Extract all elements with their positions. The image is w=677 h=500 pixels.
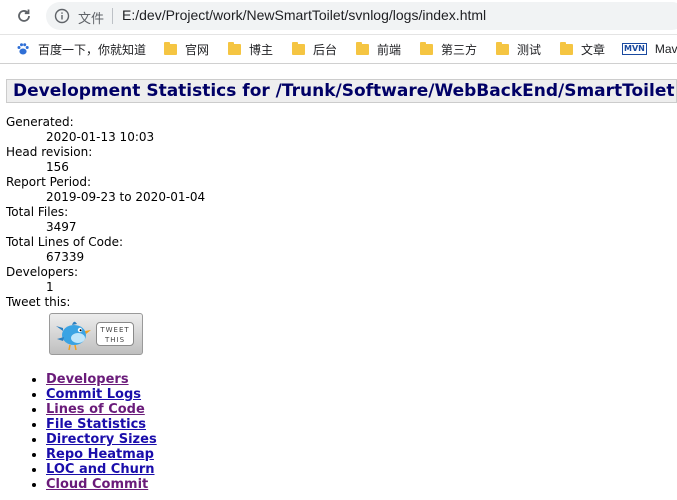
bookmark-label: 博主 (249, 42, 274, 57)
folder-icon (292, 41, 305, 55)
bookmark-baidu[interactable]: 百度一下，你就知道 (16, 39, 146, 59)
bookmark-folder-test[interactable]: 测试 (496, 39, 541, 59)
link-file-statistics[interactable]: File Statistics (46, 417, 146, 432)
bookmark-label: 官网 (185, 42, 210, 57)
stat-value-total-files: 3497 (46, 220, 77, 234)
bookmark-folder-backend[interactable]: 后台 (292, 39, 337, 59)
bookmark-folder-articles[interactable]: 文章 (560, 39, 605, 59)
list-item: Repo Heatmap (46, 447, 157, 462)
stat-value-generated: 2020-01-13 10:03 (46, 130, 155, 144)
link-commit-logs[interactable]: Commit Logs (46, 387, 141, 402)
stat-value-head-revision: 156 (46, 160, 69, 174)
mvn-icon: MVN (622, 43, 647, 55)
bird-icon (56, 321, 91, 351)
stats-list: Generated: 2020-01-13 10:03 Head revisio… (6, 115, 205, 310)
folder-icon (420, 41, 433, 55)
bookmarks-bar: 百度一下，你就知道 官网 博主 后台 前端 第三方 测试 文章 MVN Mave (0, 35, 677, 64)
folder-icon (356, 41, 369, 55)
info-icon[interactable] (54, 8, 70, 24)
link-lines-of-code[interactable]: Lines of Code (46, 402, 145, 417)
tweet-this-button[interactable]: TWEET THIS (49, 313, 143, 355)
list-item: Commit Logs (46, 387, 157, 402)
tweet-text-line2: THIS (104, 336, 126, 344)
scheme-label: 文件 (78, 11, 105, 26)
list-item: Developers (46, 372, 157, 387)
stat-label-report-period: Report Period: (6, 175, 92, 189)
link-developers[interactable]: Developers (46, 372, 129, 387)
stat-label-total-loc: Total Lines of Code: (6, 235, 124, 249)
list-item: LOC and Churn (46, 462, 157, 477)
url-text[interactable]: E:/dev/Project/work/NewSmartToilet/svnlo… (122, 7, 486, 23)
address-divider (112, 8, 113, 24)
page-title: Development Statistics for /Trunk/Softwa… (6, 79, 677, 103)
list-item: Directory Sizes (46, 432, 157, 447)
folder-icon (496, 41, 509, 55)
stat-label-head-revision: Head revision: (6, 145, 93, 159)
bookmark-label: 前端 (377, 42, 402, 57)
list-item: File Statistics (46, 417, 157, 432)
link-cloud-commit[interactable]: Cloud Commit (46, 477, 148, 492)
stat-value-total-loc: 67339 (46, 250, 85, 264)
paw-icon (17, 43, 29, 55)
tweet-label: Tweet this: (6, 295, 71, 309)
bookmark-folder-frontend[interactable]: 前端 (356, 39, 401, 59)
tweet-bubble: TWEET THIS (96, 322, 134, 346)
link-directory-sizes[interactable]: Directory Sizes (46, 432, 157, 447)
bookmark-label: 文章 (581, 42, 606, 57)
bookmark-label: 测试 (517, 42, 542, 57)
address-bar[interactable]: 文件 E:/dev/Project/work/NewSmartToilet/sv… (46, 2, 677, 30)
stat-label-total-files: Total Files: (6, 205, 69, 219)
link-loc-and-churn[interactable]: LOC and Churn (46, 462, 155, 477)
report-nav-list: Developers Commit Logs Lines of Code Fil… (28, 372, 157, 492)
stat-value-developers: 1 (46, 280, 54, 294)
bookmark-folder-blogger[interactable]: 博主 (228, 39, 273, 59)
bookmark-folder-official[interactable]: 官网 (164, 39, 209, 59)
folder-icon (228, 41, 241, 55)
bookmark-maven[interactable]: MVN Mave (622, 39, 677, 59)
tweet-text-line1: TWEET (100, 326, 130, 334)
stat-value-report-period: 2019-09-23 to 2020-01-04 (46, 190, 206, 204)
bookmark-label: Mave (654, 42, 677, 56)
browser-toolbar: 文件 E:/dev/Project/work/NewSmartToilet/sv… (0, 0, 677, 35)
list-item: Cloud Commit (46, 477, 157, 492)
bookmark-folder-thirdparty[interactable]: 第三方 (420, 39, 477, 59)
reload-button[interactable] (14, 6, 34, 26)
folder-icon (164, 41, 177, 55)
link-repo-heatmap[interactable]: Repo Heatmap (46, 447, 154, 462)
bookmark-label: 第三方 (441, 42, 478, 57)
reload-icon (18, 9, 30, 22)
list-item: Lines of Code (46, 402, 157, 417)
stat-label-developers: Developers: (6, 265, 79, 279)
bookmark-label: 后台 (313, 42, 338, 57)
stat-label-generated: Generated: (6, 115, 74, 129)
folder-icon (560, 41, 573, 55)
bookmark-label: 百度一下，你就知道 (38, 42, 147, 57)
